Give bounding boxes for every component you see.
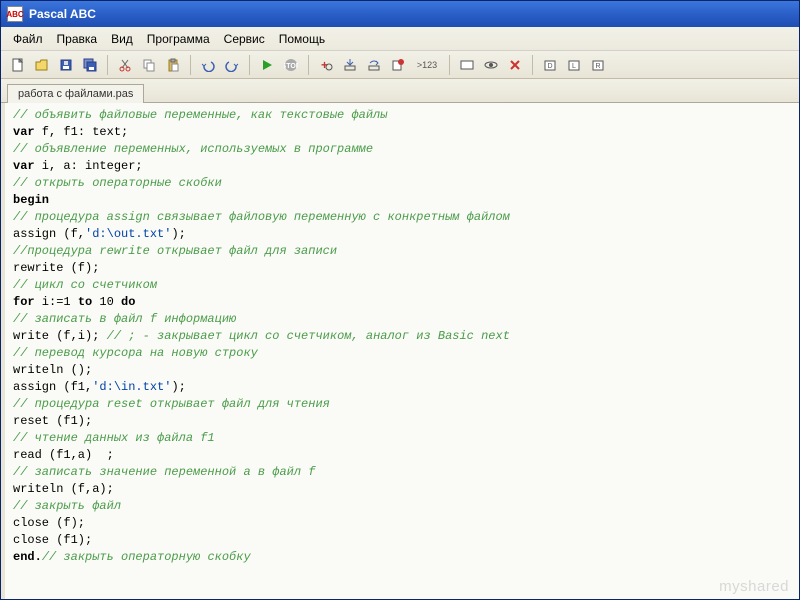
code-line[interactable]: close (f); [13,515,791,532]
svg-text:R: R [595,63,600,70]
titlebar[interactable]: ABC Pascal ABC [1,1,799,27]
redo-button[interactable] [221,54,243,76]
open-file-button[interactable] [31,54,53,76]
svg-text:STOP: STOP [284,63,298,70]
menu-help[interactable]: Помощь [279,32,325,46]
output-window-button[interactable] [456,54,478,76]
toolbar: STOP + >123 D L [1,51,799,79]
menubar: Файл Правка Вид Программа Сервис Помощь [1,27,799,51]
code-line[interactable]: // процедура reset открывает файл для чт… [13,396,791,413]
code-line[interactable]: // объявление переменных, используемых в… [13,141,791,158]
menu-edit[interactable]: Правка [57,32,98,46]
new-file-button[interactable] [7,54,29,76]
code-line[interactable]: var f, f1: text; [13,124,791,141]
svg-text:D: D [547,63,552,70]
copy-button[interactable] [138,54,160,76]
code-line[interactable]: // чтение данных из файла f1 [13,430,791,447]
code-line[interactable]: // перевод курсора на новую строку [13,345,791,362]
code-line[interactable]: // записать значение переменной a в файл… [13,464,791,481]
code-line[interactable]: //процедура rewrite открывает файл для з… [13,243,791,260]
trace-to-cursor-button[interactable]: >123 [411,54,443,76]
toolbar-separator [107,55,108,75]
code-line[interactable]: // цикл со счетчиком [13,277,791,294]
code-line[interactable]: // записать в файл f информацию [13,311,791,328]
code-line[interactable]: read (f1,a) ; [13,447,791,464]
run-button[interactable] [256,54,278,76]
code-line[interactable]: // процедура assign связывает файловую п… [13,209,791,226]
undo-button[interactable] [197,54,219,76]
cut-button[interactable] [114,54,136,76]
code-line[interactable]: // объявить файловые переменные, как тек… [13,107,791,124]
code-line[interactable]: writeln (); [13,362,791,379]
code-line[interactable]: for i:=1 to 10 do [13,294,791,311]
step-over-button[interactable] [363,54,385,76]
code-line[interactable]: assign (f,'d:\out.txt'); [13,226,791,243]
save-button[interactable] [55,54,77,76]
menu-program[interactable]: Программа [147,32,210,46]
window-title: Pascal ABC [29,7,96,21]
code-line[interactable]: write (f,i); // ; - закрывает цикл со сч… [13,328,791,345]
toolbar-separator [190,55,191,75]
code-line[interactable]: var i, a: integer; [13,158,791,175]
code-line[interactable]: close (f1); [13,532,791,549]
code-editor[interactable]: // объявить файловые переменные, как тек… [1,103,799,599]
toolbar-separator [308,55,309,75]
stop-button[interactable]: STOP [280,54,302,76]
code-line[interactable]: assign (f1,'d:\in.txt'); [13,379,791,396]
code-line[interactable]: // открыть операторные скобки [13,175,791,192]
debug1-button[interactable]: D [539,54,561,76]
toolbar-separator [532,55,533,75]
code-line[interactable]: rewrite (f); [13,260,791,277]
debug2-button[interactable]: L [563,54,585,76]
code-line[interactable]: begin [13,192,791,209]
code-line[interactable]: end.// закрыть операторную скобку [13,549,791,566]
menu-view[interactable]: Вид [111,32,133,46]
breakpoint-button[interactable] [387,54,409,76]
svg-text:L: L [572,63,576,70]
add-watch-button[interactable]: + [315,54,337,76]
toolbar-separator [249,55,250,75]
paste-button[interactable] [162,54,184,76]
tabbar: работа с файлами.pas [1,79,799,103]
code-line[interactable]: writeln (f,a); [13,481,791,498]
menu-service[interactable]: Сервис [224,32,265,46]
code-line[interactable]: reset (f1); [13,413,791,430]
close-output-button[interactable] [504,54,526,76]
step-into-button[interactable] [339,54,361,76]
code-line[interactable]: // закрыть файл [13,498,791,515]
watch-window-button[interactable] [480,54,502,76]
watermark: myshared [719,578,789,595]
app-window: ABC Pascal ABC Файл Правка Вид Программа… [0,0,800,600]
save-all-button[interactable] [79,54,101,76]
file-tab[interactable]: работа с файлами.pas [7,84,144,103]
toolbar-separator [449,55,450,75]
app-icon: ABC [7,6,23,22]
menu-file[interactable]: Файл [13,32,43,46]
debug3-button[interactable]: R [587,54,609,76]
